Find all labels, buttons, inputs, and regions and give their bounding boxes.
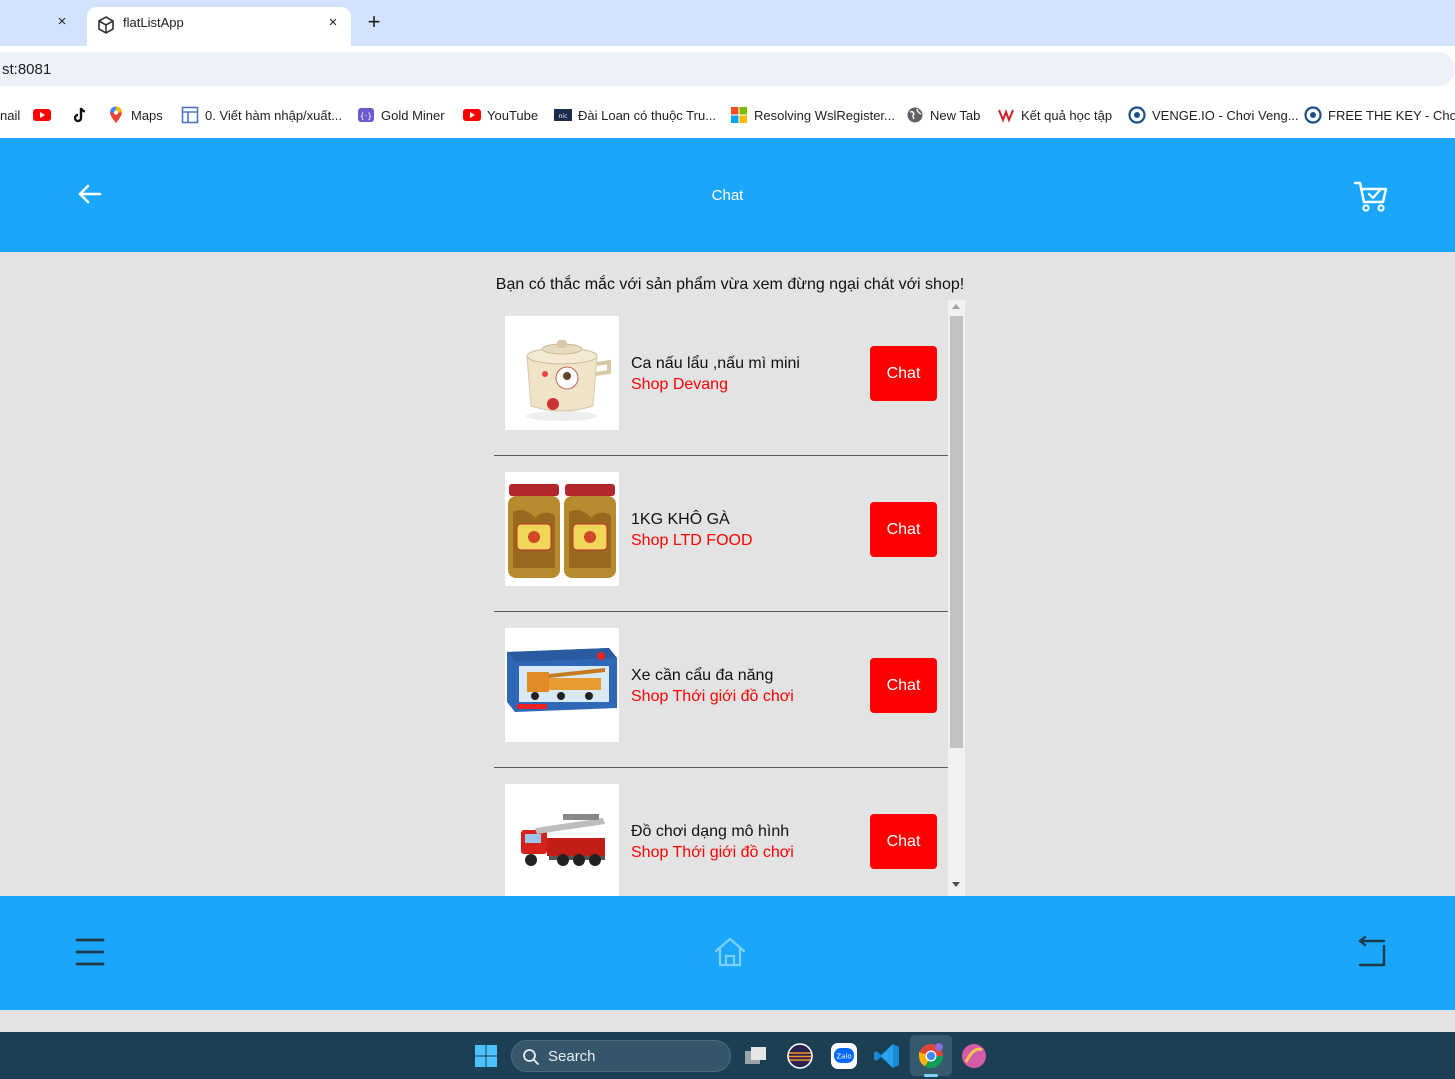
bookmarks-bar: nail Maps 0. Viết hàm nhập/xuất... {·} G… xyxy=(0,92,1455,138)
list-item: Đồ chơi dạng mô hình Shop Thới giới đồ c… xyxy=(494,768,948,896)
product-name: Xe cần cẩu đa năng xyxy=(631,667,774,684)
product-image-dried-chicken xyxy=(505,472,619,586)
svg-text:Zalo: Zalo xyxy=(836,1053,851,1061)
shop-name: Shop Thới giới đồ chơi xyxy=(631,844,794,861)
list-scrollbar[interactable] xyxy=(948,300,965,896)
expo-favicon-icon xyxy=(98,16,114,34)
chat-content: Bạn có thắc mắc với sản phẩm vừa xem đừn… xyxy=(0,252,1455,896)
other-app-icon[interactable] xyxy=(960,1042,988,1070)
bookmark-label: nail xyxy=(0,107,21,123)
bookmark-youtube-2[interactable]: YouTube xyxy=(463,104,538,126)
chat-button[interactable]: Chat xyxy=(870,502,937,557)
tab-flatlistapp[interactable]: flatListApp × xyxy=(87,7,351,46)
page-bottom-space xyxy=(0,1010,1455,1032)
bookmark-gmail[interactable]: nail xyxy=(0,104,20,126)
url-text: st:8081 xyxy=(2,61,52,78)
bookmark-resolving-wsl[interactable]: Resolving WslRegister... xyxy=(730,104,895,126)
vscode-icon[interactable] xyxy=(873,1042,901,1070)
product-image-fire-truck xyxy=(505,784,619,896)
product-name: 1KG KHÔ GÀ xyxy=(631,511,730,528)
active-app-indicator xyxy=(924,1074,938,1077)
tab-title: flatListApp xyxy=(123,15,184,30)
microsoft-icon xyxy=(731,107,747,123)
windows-start-icon[interactable] xyxy=(474,1044,498,1068)
tab-close-button[interactable]: × xyxy=(323,13,343,33)
venge-icon xyxy=(1304,106,1322,124)
bookmark-label: Resolving WslRegister... xyxy=(754,107,895,123)
game-icon: {·} xyxy=(358,108,374,122)
intro-text: Bạn có thắc mắc với sản phẩm vừa xem đừn… xyxy=(495,276,965,293)
bookmark-label: YouTube xyxy=(487,107,539,123)
bookmark-label: Kết quả học tập xyxy=(1021,107,1113,123)
scroll-down-arrow-icon[interactable] xyxy=(952,882,960,887)
chat-button[interactable]: Chat xyxy=(870,658,937,713)
bookmark-tiktok[interactable] xyxy=(71,104,89,126)
previous-tab-close-button[interactable]: × xyxy=(52,12,72,32)
bookmark-gold-miner[interactable]: {·} Gold Miner xyxy=(357,104,445,126)
shop-name: Shop Devang xyxy=(631,376,728,393)
youtube-icon xyxy=(33,109,51,121)
shop-name: Shop Thới giới đồ chơi xyxy=(631,688,794,705)
menu-icon[interactable] xyxy=(74,936,106,968)
doc-icon xyxy=(181,106,199,124)
new-tab-button[interactable]: + xyxy=(362,10,386,34)
task-view-icon[interactable] xyxy=(742,1042,770,1070)
shop-name: Shop LTD FOOD xyxy=(631,532,753,549)
return-icon[interactable] xyxy=(1354,936,1388,968)
bookmark-maps[interactable]: Maps xyxy=(107,104,163,126)
bookmark-free-the-key[interactable]: FREE THE KEY - Chơi F... xyxy=(1304,104,1455,126)
maps-icon xyxy=(110,106,122,123)
scroll-thumb[interactable] xyxy=(950,316,963,748)
bookmark-ket-qua[interactable]: Kết quả học tập xyxy=(997,104,1112,126)
bookmark-dai-loan[interactable]: nic Đài Loan có thuộc Tru... xyxy=(554,104,716,126)
browser-tabstrip: × flatListApp × + xyxy=(0,0,1455,46)
product-name: Ca nấu lẩu ,nấu mì mini xyxy=(631,355,800,372)
bookmark-label: 0. Viết hàm nhập/xuất... xyxy=(205,107,343,123)
bookmark-label: Gold Miner xyxy=(381,107,445,123)
bookmark-viet-ham[interactable]: 0. Viết hàm nhập/xuất... xyxy=(181,104,342,126)
svg-text:{·}: {·} xyxy=(360,112,373,121)
taskbar-search[interactable]: Search xyxy=(511,1040,731,1072)
svg-text:nic: nic xyxy=(559,113,568,120)
chrome-icon[interactable] xyxy=(917,1042,945,1070)
chat-button[interactable]: Chat xyxy=(870,814,937,869)
search-label: Search xyxy=(548,1048,596,1065)
bookmark-label: Đài Loan có thuộc Tru... xyxy=(578,107,717,123)
tiktok-icon xyxy=(73,107,86,123)
page-title: Chat xyxy=(711,187,744,204)
youtube-icon xyxy=(463,109,481,121)
news-icon: nic xyxy=(554,109,572,121)
school-icon xyxy=(998,109,1014,123)
bookmark-new-tab[interactable]: New Tab xyxy=(906,104,980,126)
list-item: 1KG KHÔ GÀ Shop LTD FOOD Chat xyxy=(494,456,948,612)
eclipse-icon[interactable] xyxy=(786,1042,814,1070)
bookmark-label: VENGE.IO - Chơi Veng... xyxy=(1152,107,1299,123)
list-item: Xe cần cẩu đa năng Shop Thới giới đồ chơ… xyxy=(494,612,948,768)
bookmark-youtube-1[interactable] xyxy=(33,104,51,126)
taskbar: Search Zalo xyxy=(0,1032,1455,1079)
product-image-crane-truck xyxy=(505,628,619,742)
bookmark-venge[interactable]: VENGE.IO - Chơi Veng... xyxy=(1128,104,1299,126)
address-bar: st:8081 xyxy=(0,46,1455,92)
product-list[interactable]: Ca nấu lẩu ,nấu mì mini Shop Devang Chat xyxy=(494,300,948,896)
list-item: Ca nấu lẩu ,nấu mì mini Shop Devang Chat xyxy=(494,300,948,456)
venge-icon xyxy=(1128,106,1146,124)
bookmark-label: New Tab xyxy=(930,107,981,123)
home-icon[interactable] xyxy=(713,936,747,968)
scroll-up-arrow-icon[interactable] xyxy=(952,304,960,309)
search-icon xyxy=(523,1049,539,1065)
bookmark-label: FREE THE KEY - Chơi F... xyxy=(1328,107,1455,123)
zalo-icon[interactable]: Zalo xyxy=(830,1042,858,1070)
chat-button[interactable]: Chat xyxy=(870,346,937,401)
cart-icon[interactable] xyxy=(1352,178,1390,214)
url-field[interactable]: st:8081 xyxy=(0,52,1455,86)
app-footer xyxy=(0,896,1455,1010)
globe-icon xyxy=(907,107,923,123)
product-image-hotpot xyxy=(505,316,619,430)
bookmark-label: Maps xyxy=(131,107,163,123)
product-name: Đồ chơi dạng mô hình xyxy=(631,823,790,840)
app-header: Chat xyxy=(0,138,1455,252)
